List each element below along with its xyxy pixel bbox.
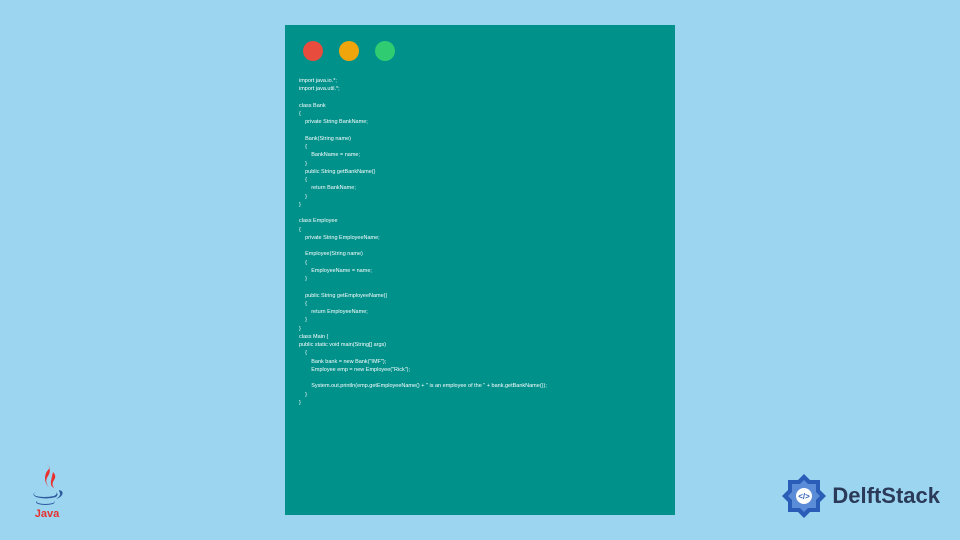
delftstack-label: DelftStack [832,483,940,509]
maximize-icon [375,41,395,61]
code-window: import java.io.*; import java.util.*; cl… [285,25,675,515]
svg-text:</>: </> [799,492,811,501]
close-icon [303,41,323,61]
delftstack-icon: </> [780,472,828,520]
java-logo: Java [26,460,68,520]
minimize-icon [339,41,359,61]
svg-text:Java: Java [35,508,60,520]
code-content: import java.io.*; import java.util.*; cl… [299,77,661,407]
traffic-lights [303,41,661,61]
delftstack-logo: </> DelftStack [780,472,940,520]
